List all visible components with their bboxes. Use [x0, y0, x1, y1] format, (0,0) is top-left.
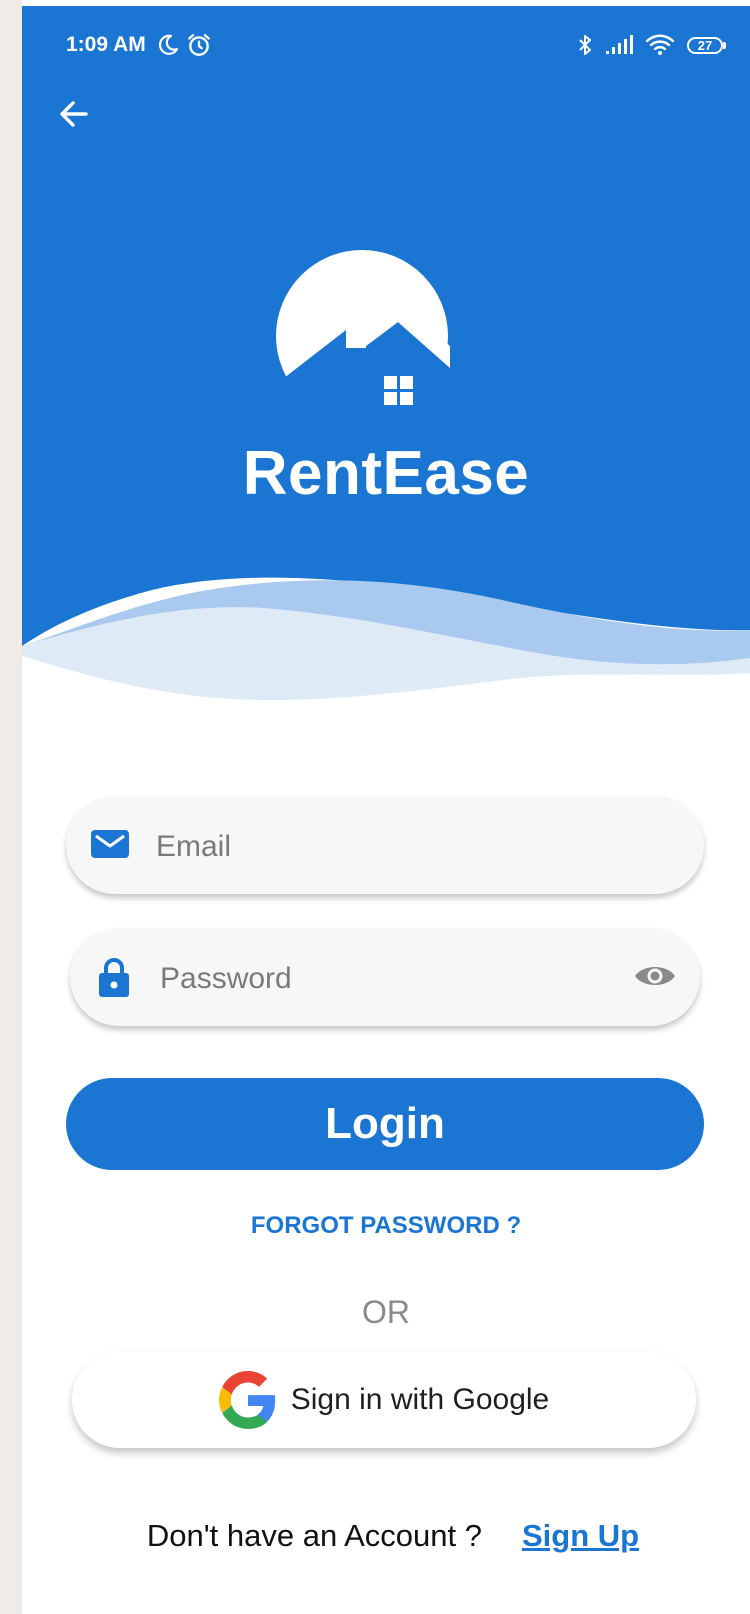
moon-icon	[158, 34, 178, 55]
battery-icon: 27	[687, 36, 726, 54]
alarm-icon	[187, 34, 210, 56]
login-screen: 1:09 AM 27 RentEase Email Login FORGOT P…	[22, 0, 750, 1614]
signup-row: Don't have an Account ? Sign Up	[22, 1518, 750, 1554]
signal-icon	[606, 35, 633, 54]
wifi-icon	[645, 34, 675, 55]
google-icon	[218, 1371, 275, 1429]
google-signin-button[interactable]: Sign in with Google	[72, 1352, 696, 1448]
arrow-left-icon	[60, 101, 88, 127]
google-signin-label: Sign in with Google	[290, 1383, 550, 1416]
header-hero: 1:09 AM 27 RentEase	[22, 6, 750, 726]
signup-link[interactable]: Sign Up	[522, 1518, 639, 1554]
signup-prompt: Don't have an Account ?	[146, 1518, 482, 1553]
status-time: 1:09 AM	[66, 33, 146, 56]
password-input[interactable]	[158, 958, 622, 1000]
house-moon-logo	[276, 250, 450, 430]
forgot-password-link[interactable]: FORGOT PASSWORD ?	[22, 1212, 750, 1240]
email-icon	[90, 826, 130, 862]
bluetooth-icon	[579, 35, 591, 55]
or-divider-text: OR	[362, 1294, 410, 1330]
battery-level: 27	[687, 36, 723, 54]
password-field[interactable]	[70, 928, 700, 1026]
lock-icon	[96, 956, 132, 998]
email-input[interactable]	[154, 826, 678, 868]
back-button[interactable]	[54, 94, 94, 134]
app-title: RentEase	[242, 439, 530, 508]
login-button[interactable]: Login	[66, 1078, 704, 1170]
status-bar-left: 1:09 AM	[66, 28, 212, 62]
status-bar-right: 27	[577, 28, 726, 62]
eye-icon[interactable]	[632, 958, 678, 994]
email-field[interactable]	[66, 796, 704, 894]
